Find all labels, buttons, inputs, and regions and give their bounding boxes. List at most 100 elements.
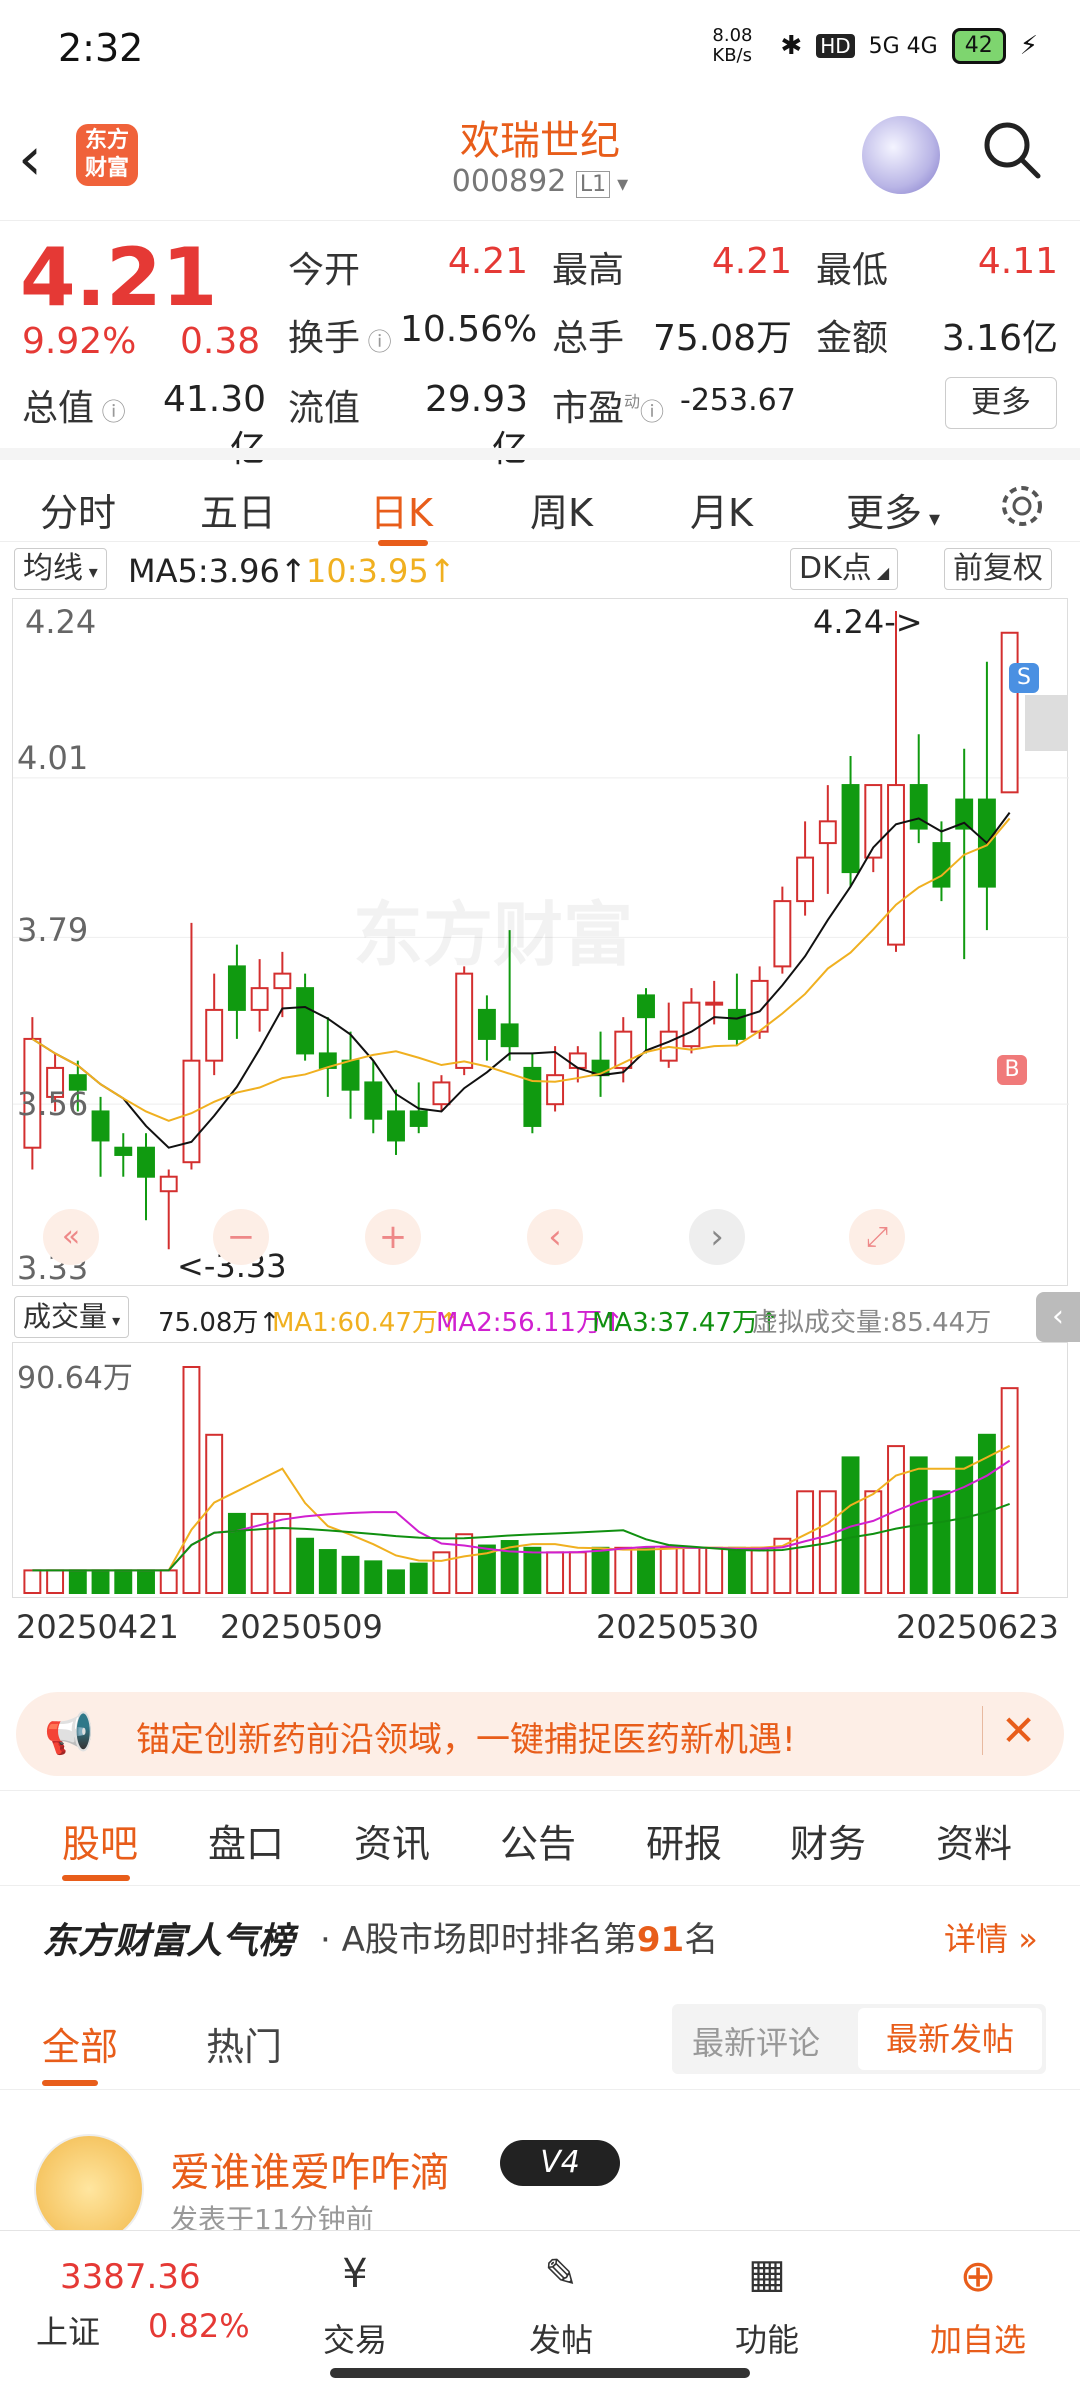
info-icon[interactable]: ⓘ — [94, 398, 126, 426]
tab-guba[interactable]: 股吧 — [62, 1813, 138, 1868]
volume-bar — [455, 1533, 474, 1595]
yen-icon: ¥ — [342, 2251, 368, 2297]
volume-select[interactable]: 成交量 ▾ — [14, 1296, 130, 1338]
scroll-right-icon[interactable]: › — [689, 1209, 745, 1265]
post-item[interactable]: 爱谁谁爱咋咋滴 V4 发表于11分钟前 — [0, 2120, 1080, 2244]
zoom-out-icon[interactable]: − — [213, 1209, 269, 1265]
trade-button[interactable]: ¥ 交易 — [310, 2251, 400, 2361]
candle-body — [568, 1052, 587, 1069]
add-watchlist-button[interactable]: ⊕ 加自选 — [918, 2251, 1038, 2361]
virtual-volume: 虚拟成交量:85.44万 — [752, 1308, 992, 1338]
home-indicator[interactable] — [330, 2368, 750, 2378]
buy-marker[interactable]: B — [997, 1055, 1027, 1085]
kline-chart[interactable]: 4.24 4.01 3.79 3.56 3.33 4.24-> <-3.33 东… — [12, 598, 1069, 1287]
post-username[interactable]: 爱谁谁爱咋咋滴 — [170, 2140, 450, 2198]
drag-handle[interactable] — [1025, 695, 1067, 751]
zoom-in-icon[interactable]: + — [365, 1209, 421, 1265]
tab-weekly-k[interactable]: 周K — [530, 482, 593, 537]
y-label-top: 4.24 — [25, 603, 97, 641]
candle-body — [387, 1110, 405, 1142]
tab-monthly-k[interactable]: 月K — [690, 482, 753, 537]
assistant-robot-icon[interactable] — [862, 116, 940, 194]
volume-bar — [296, 1537, 315, 1594]
candle-body — [455, 972, 474, 1069]
search-icon[interactable] — [980, 118, 1044, 182]
date-label-2: 20250509 — [220, 1608, 383, 1646]
promo-banner[interactable]: 📢 锚定创新药前沿领域，一键捕捉医药新机遇! ✕ — [16, 1692, 1064, 1776]
volume-select-label: 成交量 — [23, 1300, 108, 1333]
low-label: 最低 — [816, 250, 889, 291]
max-annotation: 4.24-> — [813, 603, 923, 641]
sell-marker[interactable]: S — [1009, 663, 1039, 693]
y-label-3: 3.79 — [17, 911, 89, 949]
index-change[interactable]: 0.82% — [148, 2307, 250, 2345]
sort-latest-comment[interactable]: 最新评论 — [692, 2018, 820, 2064]
float-label: 流值 — [288, 388, 361, 429]
scroll-left-icon[interactable]: ‹ — [527, 1209, 583, 1265]
mcap-label: 总值 ⓘ — [22, 379, 126, 431]
rank-sentence: · A股市场即时排名第91名 — [320, 1920, 719, 1960]
close-icon[interactable]: ✕ — [982, 1706, 1036, 1755]
open-label: 今开 — [288, 250, 361, 291]
tab-news[interactable]: 资讯 — [354, 1813, 430, 1868]
candle-body — [546, 1074, 565, 1106]
rank-suffix: 名 — [684, 1920, 719, 1960]
avatar[interactable] — [34, 2134, 144, 2244]
sort-latest-post[interactable]: 最新发帖 — [858, 2008, 1042, 2070]
tab-hot[interactable]: 热门 — [206, 2016, 282, 2071]
adjust-mode-button[interactable]: 前复权 — [944, 548, 1052, 590]
pe-label: 市盈动ⓘ — [552, 379, 664, 431]
indicator-select[interactable]: 均线 ▾ — [14, 548, 107, 590]
fullscreen-icon[interactable]: ⤢ — [849, 1209, 905, 1265]
collapse-icon[interactable]: ‹ — [1036, 1292, 1080, 1342]
ma2-text: MA2:56.11万 — [436, 1308, 602, 1338]
tab-profile[interactable]: 资料 — [936, 1813, 1012, 1868]
rank-brand: 东方财富人气榜 — [42, 1921, 295, 1962]
volume-svg — [23, 1366, 1019, 1595]
info-icon[interactable]: ⓘ — [640, 398, 664, 426]
tab-more[interactable]: 更多 ▾ — [846, 482, 940, 537]
stock-header: ‹ 东方 财富 欢瑞世纪 000892 L1 ▾ — [0, 100, 1080, 220]
active-tab-indicator — [62, 1875, 130, 1881]
tab-daily-k[interactable]: 日K — [370, 482, 433, 537]
tab-more-label: 更多 — [846, 491, 923, 535]
tab-research[interactable]: 研报 — [646, 1813, 722, 1868]
rank-prefix: A股市场即时排名第 — [341, 1920, 637, 1960]
tab-pankou[interactable]: 盘口 — [208, 1813, 284, 1868]
more-button[interactable]: 更多 — [945, 377, 1057, 429]
tab-announcements[interactable]: 公告 — [500, 1813, 576, 1868]
dk-point-button[interactable]: DK点 ◢ — [790, 548, 899, 590]
open-value: 4.21 — [447, 241, 528, 282]
tab-all[interactable]: 全部 — [42, 2016, 118, 2071]
volume-bar — [864, 1490, 883, 1594]
ma10-text: 10:3.95 — [306, 552, 429, 590]
volume-bar — [182, 1366, 201, 1594]
scroll-left-fast-icon[interactable]: « — [43, 1209, 99, 1265]
index-name[interactable]: 上证 — [36, 2307, 100, 2353]
rank-detail-link[interactable]: 详情 » — [944, 1914, 1038, 1960]
ma1-text: MA1:60.47万 — [272, 1308, 438, 1338]
post-button[interactable]: ✎ 发帖 — [516, 2251, 606, 2361]
pe-label-text: 市盈 — [552, 388, 625, 429]
grid-icon: ▦ — [748, 2251, 786, 2297]
tab-finance[interactable]: 财务 — [790, 1813, 866, 1868]
index-value[interactable]: 3387.36 — [60, 2257, 201, 2297]
candle-body — [796, 856, 815, 903]
tab-intraday[interactable]: 分时 — [40, 482, 116, 537]
functions-button[interactable]: ▦ 功能 — [722, 2251, 812, 2361]
ma5-line — [31, 812, 1011, 1149]
promo-text: 锚定创新药前沿领域，一键捕捉医药新机遇! — [136, 1720, 796, 1760]
tab-five-day[interactable]: 五日 — [200, 482, 276, 537]
gear-icon[interactable] — [996, 480, 1048, 532]
candle-body — [273, 972, 292, 990]
candle-body — [887, 784, 905, 946]
edit-icon: ✎ — [544, 2251, 578, 2297]
functions-label: 功能 — [734, 2321, 799, 2359]
plus-circle-icon: ⊕ — [959, 2251, 997, 2302]
volume-chart[interactable]: 90.64万 — [12, 1342, 1068, 1598]
date-label-3: 20250530 — [596, 1608, 759, 1646]
volume-bar — [364, 1560, 383, 1594]
popularity-rank[interactable]: 东方财富人气榜 · A股市场即时排名第91名 详情 » — [0, 1900, 1080, 1970]
volume-bar — [114, 1569, 133, 1594]
info-icon[interactable]: ⓘ — [360, 328, 392, 356]
